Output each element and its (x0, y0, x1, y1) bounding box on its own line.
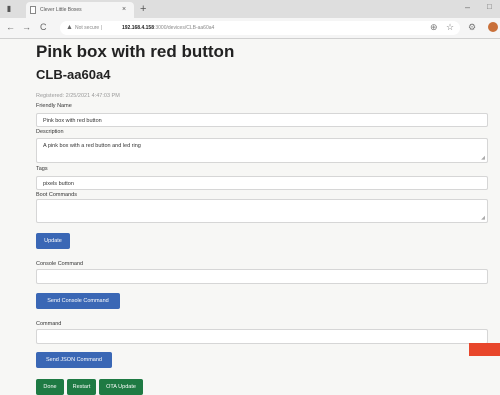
accent-tag (469, 343, 500, 356)
warning-icon[interactable]: ▲ (66, 23, 73, 33)
ota-update-button[interactable]: OTA Update (99, 379, 143, 395)
address-bar[interactable]: ▲ Not secure | 192.168.4.158:3000/device… (60, 21, 460, 35)
maximize-icon[interactable]: □ (487, 1, 492, 13)
restart-button[interactable]: Restart (67, 379, 96, 395)
url-host: 192.168.4.158 (122, 25, 154, 31)
extension-icon[interactable]: ⚙ (468, 21, 476, 33)
tags-input[interactable]: pixels button (36, 176, 488, 190)
browser-toolbar: ← → C ▲ Not secure | 192.168.4.158:3000/… (0, 18, 500, 39)
back-arrow-icon[interactable]: ← (6, 21, 15, 33)
forward-arrow-icon[interactable]: → (22, 21, 31, 33)
command-label: Command (36, 321, 62, 327)
translate-icon[interactable]: ⊕ (430, 21, 438, 33)
description-textarea[interactable]: A pink box with a red button and led rin… (36, 138, 488, 163)
send-json-command-button[interactable]: Send JSON Command (36, 352, 112, 368)
address-separator: | (100, 25, 102, 31)
browser-tab-strip: ▮ Clever Little Boxes × + – □ (0, 0, 500, 18)
tab-title: Clever Little Boxes (40, 7, 82, 13)
update-button[interactable]: Update (36, 233, 70, 249)
console-command-input[interactable] (36, 269, 488, 284)
menu-icon[interactable]: ▮ (4, 4, 14, 14)
url-text: 192.168.4.158:3000/devices/CLB-aa60a4 (122, 24, 214, 32)
friendly-name-input[interactable]: Pink box with red button (36, 113, 488, 127)
resize-handle-icon[interactable]: ◢ (481, 215, 485, 221)
browser-tab[interactable]: Clever Little Boxes × (26, 2, 134, 18)
not-secure-text: Not secure (75, 25, 100, 31)
description-label: Description (36, 129, 64, 135)
console-command-label: Console Command (36, 261, 84, 267)
reload-icon[interactable]: C (40, 21, 47, 33)
registered-timestamp: Registered: 2/25/2021 4:47:03 PM (36, 93, 120, 99)
boot-commands-label: Boot Commands (36, 192, 77, 198)
page-title: Pink box with red button (36, 42, 235, 61)
device-page: Pink box with red button CLB-aa60a4 Regi… (0, 39, 500, 395)
not-secure-label: Not secure | (75, 24, 102, 32)
url-path: :3000/devices/CLB-aa60a4 (153, 25, 215, 31)
plus-icon[interactable]: + (140, 2, 146, 16)
boot-commands-textarea[interactable]: ◢ (36, 199, 488, 223)
resize-handle-icon[interactable]: ◢ (481, 155, 485, 161)
device-id-heading: CLB-aa60a4 (36, 67, 111, 82)
done-button[interactable]: Done (36, 379, 64, 395)
friendly-name-label: Friendly Name (36, 103, 72, 109)
send-console-command-button[interactable]: Send Console Command (36, 293, 120, 309)
tags-label: Tags (36, 166, 48, 172)
minimize-icon[interactable]: – (465, 1, 470, 13)
command-input[interactable] (36, 329, 488, 344)
page-icon (30, 6, 36, 14)
close-icon[interactable]: × (122, 5, 126, 15)
profile-avatar[interactable] (488, 22, 498, 32)
description-text: A pink box with a red button and led rin… (43, 143, 141, 149)
star-icon[interactable]: ☆ (446, 21, 454, 33)
